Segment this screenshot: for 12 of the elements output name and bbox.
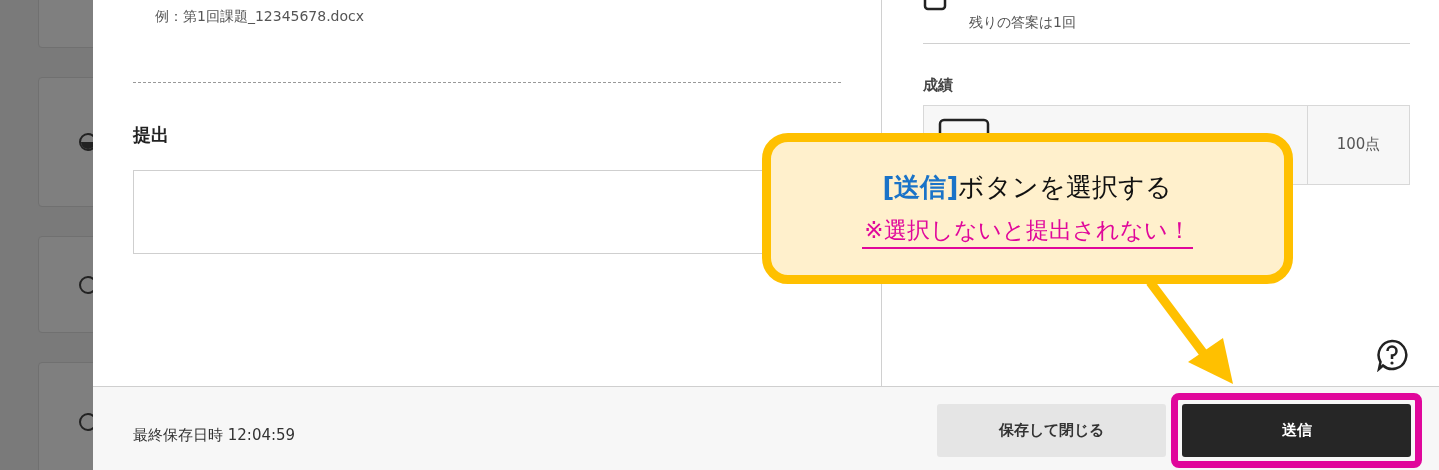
- save-close-button[interactable]: 保存して閉じる: [937, 404, 1166, 457]
- filename-example: 例：第1回課題_12345678.docx: [154, 7, 366, 26]
- grade-points: 100点: [1335, 134, 1382, 156]
- submit-button[interactable]: 送信: [1182, 404, 1411, 457]
- grade-label: 成績: [923, 75, 954, 96]
- help-icon[interactable]: [1375, 338, 1409, 372]
- grade-icon: [938, 117, 990, 134]
- last-saved-time: 最終保存日時 12:04:59: [133, 425, 297, 447]
- callout-instruction: [送信]ボタンを選択する: [882, 170, 1173, 204]
- section-heading: 提出: [133, 123, 170, 147]
- callout-warning: ※選択しないと提出されない！: [862, 212, 1193, 250]
- remaining-attempts: 残りの答案は1回: [968, 13, 1077, 32]
